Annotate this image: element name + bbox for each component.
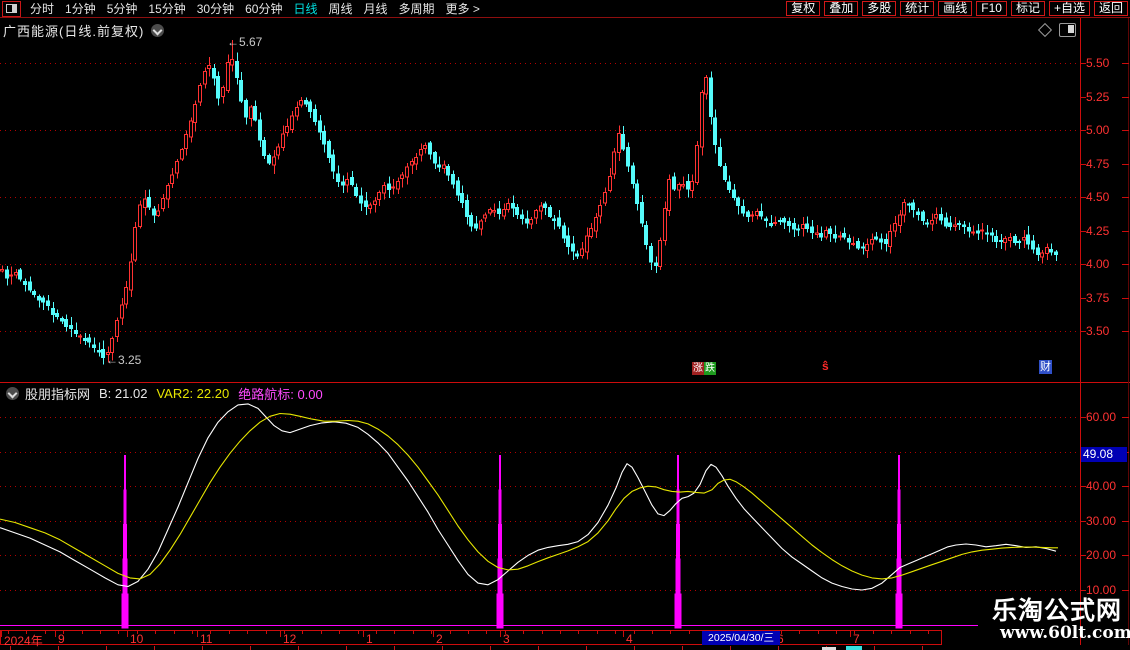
action-button-2[interactable]: 多股	[862, 1, 896, 16]
action-button-4[interactable]: 画线	[938, 1, 972, 16]
price-axis-label: 3.50	[1086, 324, 1109, 338]
clipped-toolbar-tick	[538, 646, 539, 650]
time-axis-label: 1	[366, 632, 373, 646]
period-tab-7[interactable]: 周线	[328, 0, 352, 17]
clipped-toolbar-tick	[250, 646, 251, 650]
indicator-b-value: B: 21.02	[99, 386, 147, 401]
time-axis-label: 11	[200, 632, 212, 646]
indicator-source-label: 股朋指标网	[25, 384, 90, 403]
period-tab-10[interactable]: 更多 >	[446, 0, 480, 17]
indicator-axis-label: 10.00	[1086, 583, 1116, 597]
clipped-toolbar-tick	[682, 646, 683, 650]
finance-marker[interactable]: 财	[1039, 360, 1052, 374]
price-axis-label: 4.00	[1086, 257, 1109, 271]
time-axis-label: 4	[626, 632, 633, 646]
indicator-chevron-down-icon[interactable]	[6, 387, 19, 400]
price-axis-label: 5.25	[1086, 90, 1109, 104]
period-tab-8[interactable]: 月线	[364, 0, 388, 17]
action-buttons: 复权叠加多股统计画线 F10 标记 +自选返回	[782, 1, 1130, 16]
indicator-header: 股朋指标网 B: 21.02 VAR2: 22.20 绝路航标: 0.00	[6, 384, 323, 403]
time-axis-label: 3	[503, 632, 510, 646]
clipped-toolbar-tick	[106, 646, 107, 650]
time-axis-label: 9	[58, 632, 65, 646]
page-title: 广西能源(日线.前复权)	[3, 21, 144, 40]
period-menu: 分时 1分钟 5分钟 15分钟 30分钟 60分钟日线周线月线多周期更多 >	[30, 0, 491, 17]
window-layout-glyph	[6, 4, 17, 13]
chart-canvas[interactable]	[0, 0, 1130, 650]
clipped-toolbar-tick	[58, 646, 59, 650]
period-tab-4[interactable]: 30分钟	[197, 0, 234, 17]
indicator-axis-label: 60.00	[1086, 410, 1116, 424]
action-button-5[interactable]: F10	[976, 1, 1007, 16]
clipped-toolbar-active-tab	[846, 646, 862, 650]
indicator-var2-value: VAR2: 22.20	[156, 386, 229, 401]
chart-title-row: 广西能源(日线.前复权)	[3, 21, 164, 40]
clipped-toolbar-tick	[730, 646, 731, 650]
clipped-toolbar-tick	[154, 646, 155, 650]
action-button-8[interactable]: 返回	[1094, 1, 1128, 16]
price-axis-label: 5.50	[1086, 56, 1109, 70]
period-tab-1[interactable]: 1分钟	[65, 0, 96, 17]
clipped-toolbar-tick	[922, 646, 923, 650]
chevron-down-icon[interactable]	[151, 24, 164, 37]
time-axis-label: 12	[283, 632, 296, 646]
indicator-axis-label: 20.00	[1086, 548, 1116, 562]
action-button-3[interactable]: 统计	[900, 1, 934, 16]
clipped-toolbar-tick	[394, 646, 395, 650]
clipped-toolbar-tick	[346, 646, 347, 650]
diamond-icon[interactable]	[1038, 23, 1052, 37]
indicator-current-value-badge: 49.08	[1081, 447, 1127, 462]
corner-icons	[1040, 23, 1076, 37]
price-axis-label: 4.25	[1086, 224, 1109, 238]
clipped-toolbar-tick	[586, 646, 587, 650]
clipped-toolbar-tick	[442, 646, 443, 650]
top-toolbar: 分时 1分钟 5分钟 15分钟 30分钟 60分钟日线周线月线多周期更多 > 复权叠加多股…	[0, 0, 1130, 18]
window-layout-icon[interactable]	[2, 1, 21, 17]
watermark: 乐淘公式网 www.60lt.com	[992, 598, 1130, 642]
period-tab-0[interactable]: 分时	[30, 0, 54, 17]
indicator-jlhb-value: 绝路航标: 0.00	[238, 384, 323, 403]
watermark-site-url: www.60lt.com	[1000, 624, 1130, 642]
clipped-toolbar-tick	[874, 646, 875, 650]
action-button-6[interactable]: 标记	[1011, 1, 1045, 16]
period-tab-9[interactable]: 多周期	[399, 0, 435, 17]
indicator-axis-label: 40.00	[1086, 479, 1116, 493]
low-price-annotation: ←3.25	[106, 353, 141, 367]
clipped-bottom-toolbar	[0, 646, 1130, 650]
clipped-toolbar-tick	[202, 646, 203, 650]
clipped-toolbar-tick	[298, 646, 299, 650]
rise-fall-marker[interactable]: 涨 跌	[692, 362, 716, 375]
action-button-0[interactable]: 复权	[786, 1, 820, 16]
split-window-icon[interactable]	[1059, 23, 1076, 37]
clipped-toolbar-tick	[10, 646, 11, 650]
s-marker[interactable]: ŝ	[822, 359, 829, 373]
price-axis-label: 4.75	[1086, 157, 1109, 171]
fall-tag: 跌	[704, 362, 716, 375]
action-button-7[interactable]: +自选	[1049, 1, 1090, 16]
rise-tag: 涨	[692, 362, 704, 375]
clipped-toolbar-tick	[778, 646, 779, 650]
clipped-toolbar-tick	[634, 646, 635, 650]
period-tab-2[interactable]: 5分钟	[107, 0, 138, 17]
price-axis-label: 4.50	[1086, 190, 1109, 204]
indicator-axis-label: 30.00	[1086, 514, 1116, 528]
period-tab-3[interactable]: 15分钟	[148, 0, 185, 17]
action-button-1[interactable]: 叠加	[824, 1, 858, 16]
time-axis-label: 2	[436, 632, 443, 646]
price-axis-label: 3.75	[1086, 291, 1109, 305]
high-price-annotation: ←5.67	[227, 35, 262, 49]
clipped-toolbar-tick	[490, 646, 491, 650]
period-tab-6[interactable]: 日线	[293, 0, 317, 17]
price-axis-label: 5.00	[1086, 123, 1109, 137]
time-axis-label: 7	[853, 632, 860, 646]
selected-date-badge: 2025/04/30/三	[702, 631, 780, 645]
period-tab-5[interactable]: 60分钟	[245, 0, 282, 17]
time-axis-label: 10	[130, 632, 143, 646]
watermark-site-name: 乐淘公式网	[992, 598, 1130, 624]
